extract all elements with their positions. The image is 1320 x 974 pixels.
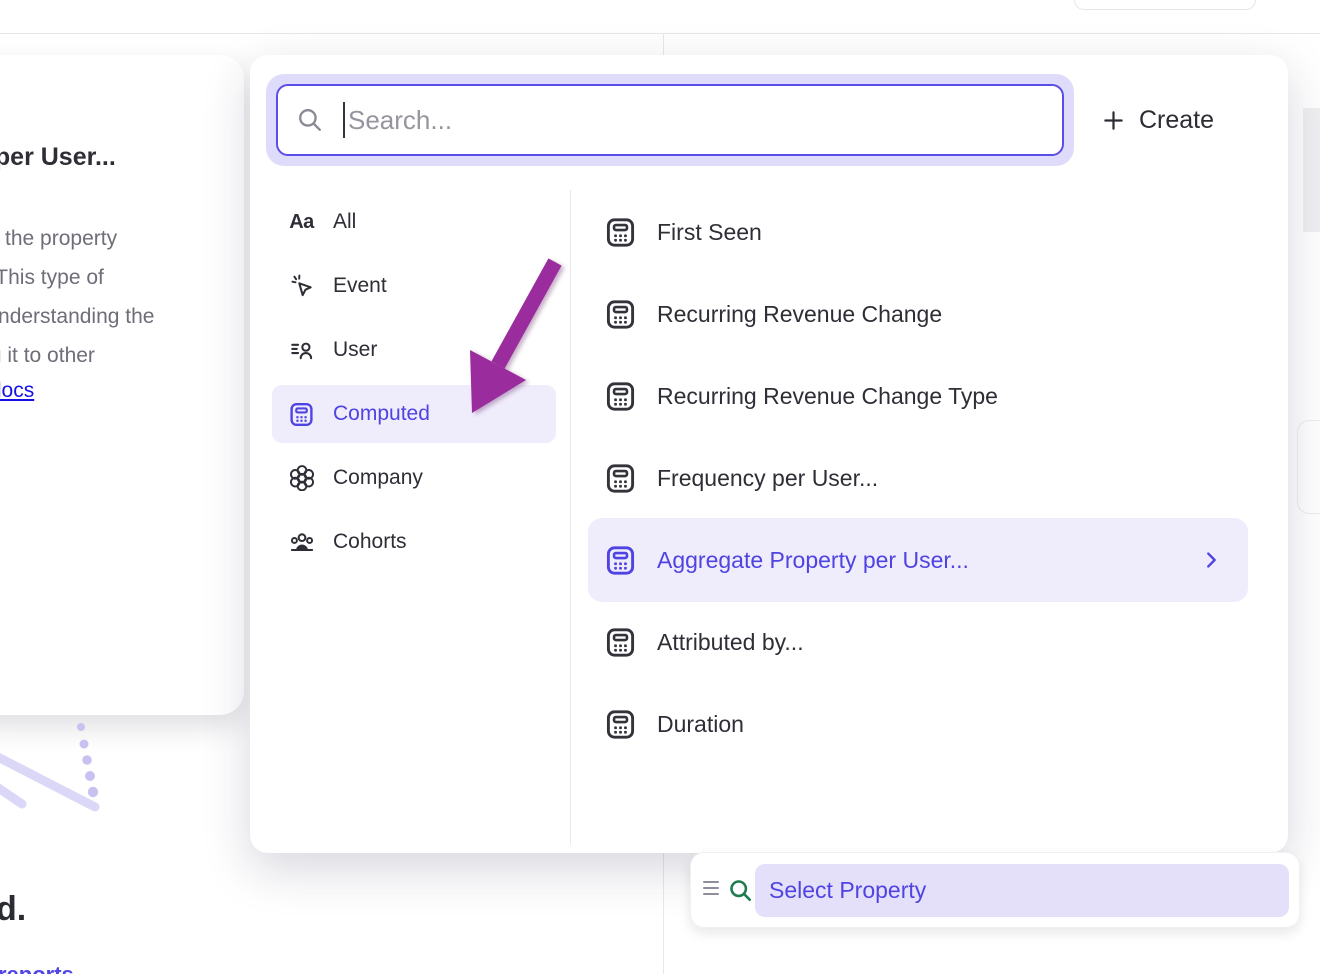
tooltip-title: rty per User... [0, 143, 116, 172]
category-label: All [333, 210, 356, 234]
tooltip-text-line: ser. This type of [0, 266, 104, 290]
clipped-reports-link[interactable]: reports [0, 962, 74, 974]
category-label: Event [333, 274, 387, 298]
calculator-icon [604, 708, 637, 741]
calculator-icon [604, 462, 637, 495]
screen: rty per User... acks the property ser. T… [0, 0, 1320, 974]
create-button-label: Create [1139, 106, 1214, 135]
property-help-tooltip: rty per User... acks the property ser. T… [0, 55, 244, 715]
property-item-duration[interactable]: Duration [588, 682, 1248, 766]
property-item-recurring-revenue-change-type[interactable]: Recurring Revenue Change Type [588, 354, 1248, 438]
header-divider [0, 33, 1320, 34]
property-label: Frequency per User... [657, 465, 1248, 492]
property-label: Recurring Revenue Change [657, 301, 1248, 328]
drag-handle-icon[interactable] [703, 881, 719, 895]
company-cluster-icon [288, 465, 315, 492]
category-cohorts[interactable]: Cohorts [272, 513, 556, 571]
category-label: Company [333, 466, 423, 490]
tooltip-text-line: acks the property [0, 227, 117, 251]
select-property-button[interactable]: Select Property [755, 864, 1289, 917]
category-label: User [333, 338, 377, 362]
search-input[interactable] [278, 86, 1062, 154]
clipped-heading: d. [0, 890, 26, 929]
calculator-icon [604, 216, 637, 249]
background-button-edge [1074, 0, 1256, 10]
calculator-icon [604, 380, 637, 413]
calculator-icon [604, 544, 637, 577]
search-field-wrapper [276, 84, 1064, 156]
cohorts-people-icon [288, 529, 315, 556]
decorative-illustration [0, 715, 120, 813]
property-item-aggregate-property-per-user[interactable]: Aggregate Property per User... [588, 518, 1248, 602]
search-focus-ring [266, 74, 1074, 166]
category-label: Cohorts [333, 530, 407, 554]
property-label: Attributed by... [657, 629, 1248, 656]
property-label: Aggregate Property per User... [657, 547, 1180, 574]
background-card-edge [1297, 420, 1320, 514]
property-selector-card: Select Property [690, 852, 1300, 928]
calculator-icon [604, 626, 637, 659]
help-docs-link[interactable]: elp docs [0, 379, 34, 403]
tooltip-text-line: for understanding the [0, 305, 154, 329]
plus-icon [1102, 109, 1125, 132]
calculator-icon [604, 298, 637, 331]
property-item-attributed-by[interactable]: Attributed by... [588, 600, 1248, 684]
property-item-first-seen[interactable]: First Seen [588, 190, 1248, 274]
property-label: First Seen [657, 219, 1248, 246]
lookup-search-icon [727, 877, 754, 904]
property-item-recurring-revenue-change[interactable]: Recurring Revenue Change [588, 272, 1248, 356]
background-selected-row-edge [1303, 108, 1320, 232]
tooltip-text-line: ating it to other [0, 344, 95, 368]
select-property-label: Select Property [769, 877, 926, 904]
text-Aa-icon: Aa [288, 209, 315, 236]
category-label: Computed [333, 402, 430, 426]
category-company[interactable]: Company [272, 449, 556, 507]
event-cursor-icon [288, 273, 315, 300]
property-picker-popover: Create Aa All Event [250, 55, 1288, 853]
user-list-icon [288, 337, 315, 364]
create-button[interactable]: Create [1102, 95, 1214, 145]
property-label: Duration [657, 711, 1248, 738]
calculator-icon [288, 401, 315, 428]
property-label: Recurring Revenue Change Type [657, 383, 1248, 410]
property-item-frequency-per-user[interactable]: Frequency per User... [588, 436, 1248, 520]
annotation-arrow [425, 235, 605, 445]
chevron-right-icon [1200, 549, 1222, 571]
